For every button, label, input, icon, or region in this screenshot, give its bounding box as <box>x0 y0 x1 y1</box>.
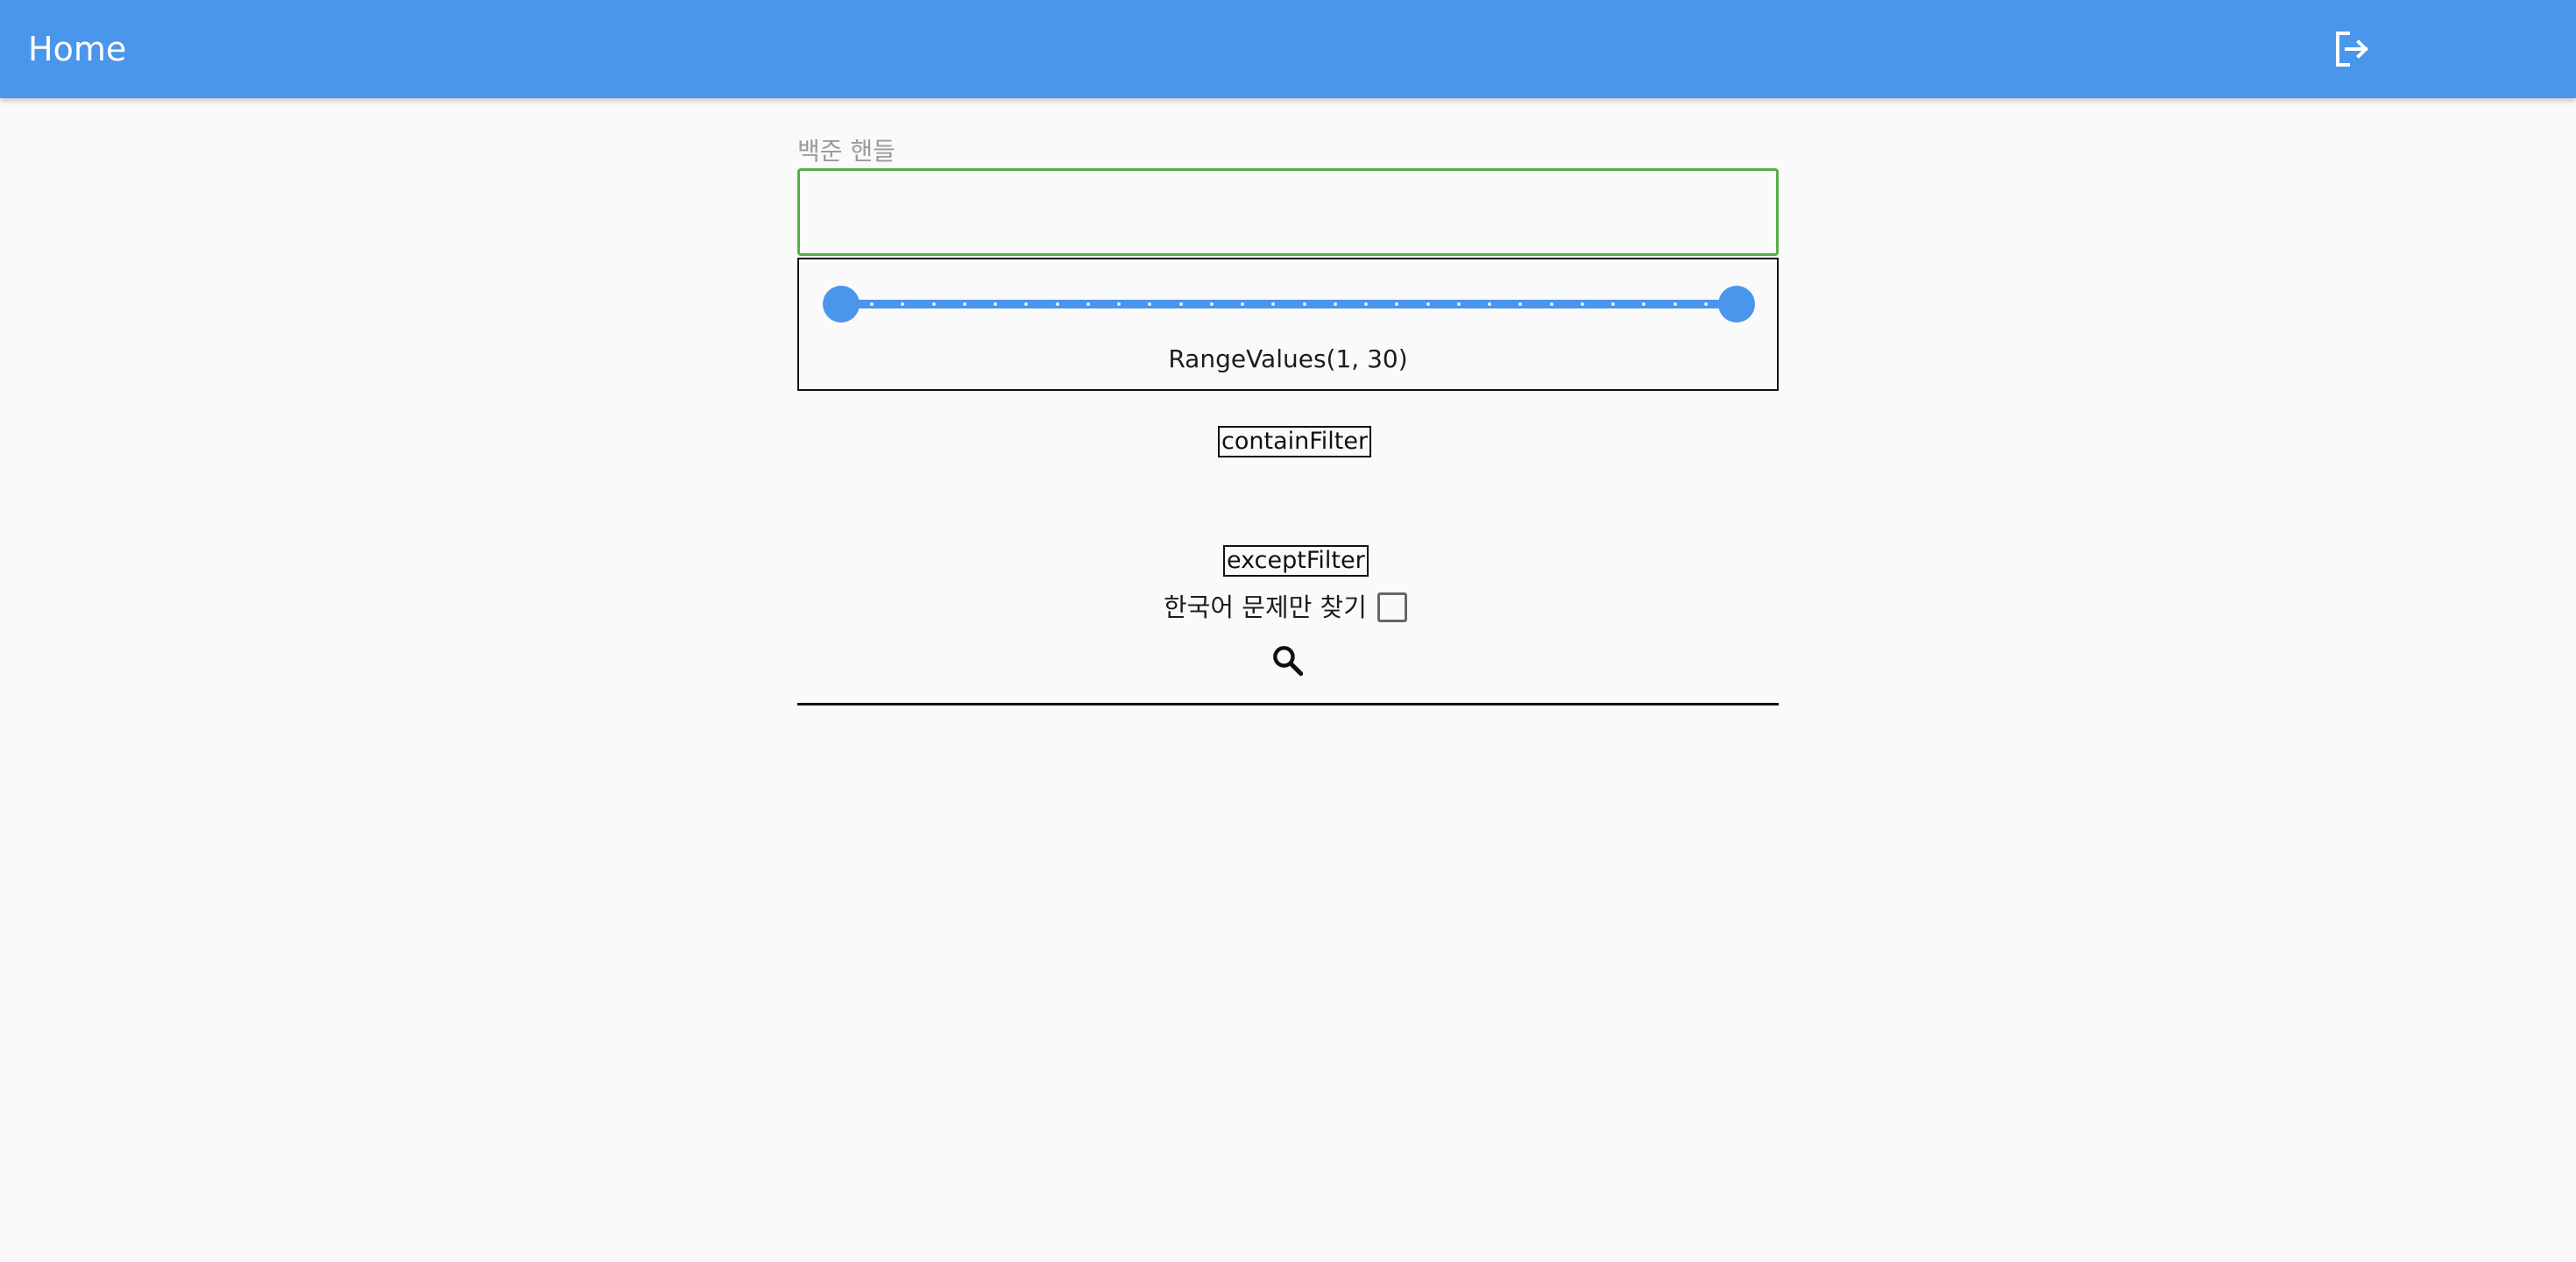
slider-tick <box>994 302 998 306</box>
slider-tick <box>1642 302 1646 306</box>
handle-input[interactable] <box>797 168 1779 256</box>
slider-tick <box>1549 302 1553 306</box>
range-slider-end-thumb[interactable] <box>1718 286 1755 323</box>
slider-tick <box>1673 302 1677 306</box>
slider-tick <box>1611 302 1616 306</box>
form-divider <box>797 703 1779 705</box>
slider-tick <box>1488 302 1492 306</box>
range-values-text: RangeValues(1, 30) <box>1168 344 1408 373</box>
contain-filter-button[interactable]: containFilter <box>1218 426 1372 457</box>
slider-tick <box>1024 302 1029 306</box>
slider-tick <box>931 302 936 306</box>
slider-tick <box>962 302 966 306</box>
slider-tick <box>901 302 905 306</box>
slider-tick <box>1241 302 1245 306</box>
slider-tick <box>1395 302 1399 306</box>
slider-tick <box>1333 302 1337 306</box>
page-title: Home <box>28 30 127 68</box>
slider-tick <box>1518 302 1523 306</box>
except-filter-button[interactable]: exceptFilter <box>1223 545 1369 577</box>
slider-tick <box>1209 302 1214 306</box>
handle-field-label: 백준 핸들 <box>797 137 895 166</box>
slider-tick <box>1364 302 1369 306</box>
level-range-slider-panel: RangeValues(1, 30) <box>797 258 1779 391</box>
logout-icon <box>2336 32 2368 67</box>
app-bar: Home <box>0 0 2576 98</box>
korean-only-label: 한국어 문제만 찾기 <box>1164 592 1367 622</box>
korean-only-checkbox[interactable] <box>1376 592 1407 622</box>
slider-tick <box>1086 302 1090 306</box>
slider-tick <box>1426 302 1430 306</box>
slider-tick <box>1703 302 1708 306</box>
slider-tick <box>1178 302 1183 306</box>
logout-button[interactable] <box>2325 23 2378 75</box>
range-slider-start-thumb[interactable] <box>823 286 860 323</box>
slider-tick <box>1456 302 1461 306</box>
search-button[interactable] <box>1267 640 1309 682</box>
slider-tick <box>1271 302 1276 306</box>
slider-tick <box>1148 302 1152 306</box>
search-icon <box>1273 646 1304 677</box>
slider-tick <box>1055 302 1059 306</box>
slider-tick <box>1117 302 1122 306</box>
level-range-slider-track[interactable] <box>841 300 1737 308</box>
slider-tick <box>870 302 874 306</box>
slider-tick <box>1302 302 1306 306</box>
slider-tick <box>1580 302 1584 306</box>
korean-only-row: 한국어 문제만 찾기 <box>1164 587 1407 627</box>
